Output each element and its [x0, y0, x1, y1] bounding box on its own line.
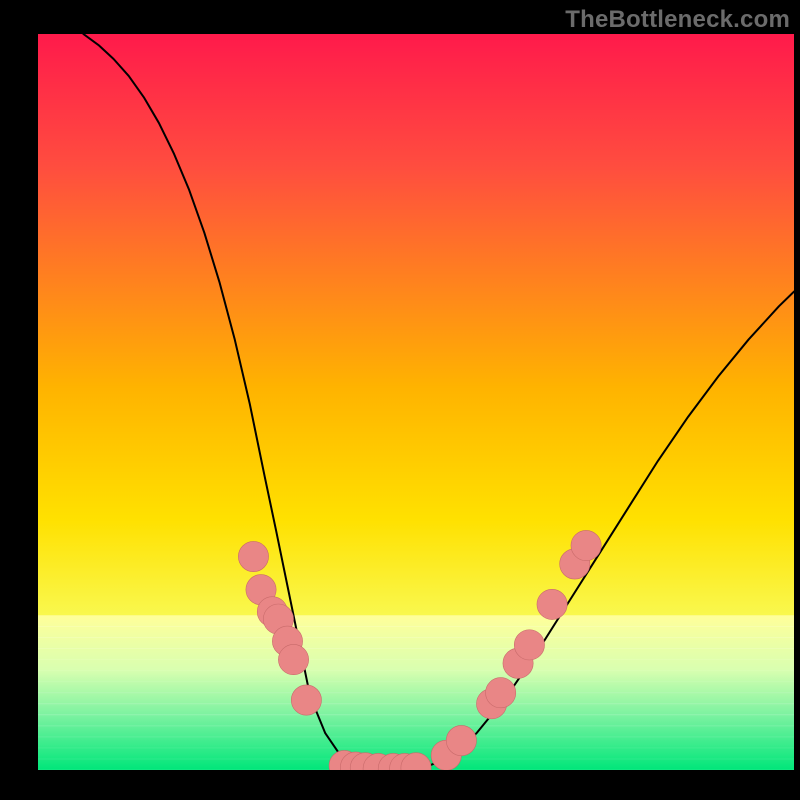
- chart-svg: [0, 0, 800, 800]
- watermark-text: TheBottleneck.com: [565, 6, 790, 34]
- chart-frame: TheBottleneck.com: [0, 0, 800, 800]
